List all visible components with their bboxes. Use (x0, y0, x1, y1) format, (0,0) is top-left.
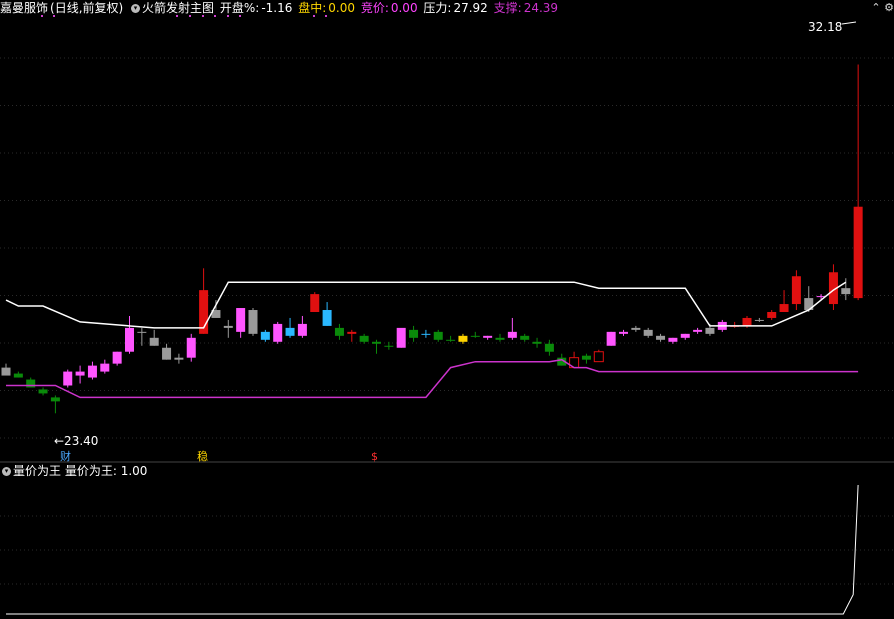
candle-body (606, 331, 616, 346)
candle-body (619, 331, 628, 334)
candle-body (162, 347, 172, 360)
candle-body (347, 331, 357, 334)
low-price-label: ←23.40 (54, 434, 98, 448)
candle-body (186, 337, 196, 358)
candle-body (767, 311, 777, 318)
candle-body (174, 357, 184, 360)
candle-body (544, 343, 554, 352)
candle-body (458, 335, 468, 342)
sub-indicator-menu-icon[interactable]: ▾ (2, 467, 11, 476)
candle-body (384, 345, 394, 347)
marker-wen: 稳 (197, 449, 208, 463)
candle-body (13, 373, 23, 378)
candle-body (236, 308, 246, 332)
candle-body (248, 310, 258, 334)
candle-body (63, 371, 73, 386)
candle-body (433, 331, 443, 340)
candle-body (372, 341, 381, 344)
candle-body (754, 319, 764, 321)
high-price-label: 32.18 (808, 20, 842, 34)
header-dots (0, 15, 894, 19)
stock-name[interactable]: 嘉曼服饰 (0, 1, 48, 15)
candle-body (680, 333, 690, 338)
candle-body (693, 329, 703, 332)
collapse-icon[interactable]: ⌃ (871, 1, 880, 14)
candle-body (779, 304, 789, 312)
open-pct-label: 开盘%: (219, 1, 260, 15)
window-controls: ⌃ ⚙ (871, 1, 894, 14)
candle-body (470, 335, 480, 337)
sub-indicator-value: 1.00 (120, 464, 148, 478)
candle-body (631, 327, 641, 330)
candle-body (87, 365, 97, 378)
candle-body (112, 351, 122, 364)
candle-body (297, 323, 307, 336)
candle-body (1, 367, 11, 376)
support-line (6, 358, 859, 399)
candle-body (791, 276, 801, 305)
candle-body (359, 335, 369, 342)
indicator-menu-icon[interactable]: ▾ (131, 4, 141, 13)
candle-body (643, 329, 653, 336)
candle-body (593, 351, 604, 363)
candle-body (149, 337, 159, 346)
candle-body (100, 363, 110, 372)
candle-body (581, 355, 591, 360)
indicator-name[interactable]: 火箭发射主图 (142, 1, 214, 15)
marker-cai: 财 (60, 449, 71, 463)
candle-body (26, 379, 36, 388)
intraday-value: 0.00 (328, 1, 355, 15)
sub-chart-header: ▾ 量价为王 量价为王: 1.00 (0, 463, 147, 479)
sub-indicator-label: 量价为王: (64, 464, 117, 478)
candle-body (409, 329, 419, 338)
pressure-label: 压力: (423, 1, 452, 15)
sub-indicator-name[interactable]: 量价为王 (13, 464, 61, 478)
candle-body (532, 341, 542, 344)
candle-body (841, 288, 851, 295)
candle-body (137, 331, 147, 333)
main-chart-header: 嘉曼服饰 (日线,前复权) ▾ 火箭发射主图 开盘%: -1.16 盘中: 0.00 竞… (0, 0, 560, 16)
candle-body (310, 294, 320, 312)
candle-body (260, 331, 270, 340)
candle-body (483, 335, 493, 338)
open-pct-value: -1.16 (261, 1, 293, 15)
candle-body (125, 327, 134, 352)
high-price-arrow (841, 21, 857, 25)
candle-body (520, 335, 530, 340)
candle-body (421, 333, 431, 335)
candle-body (285, 327, 295, 336)
candle-body (75, 371, 85, 376)
candle-body (507, 331, 517, 338)
candle-body (322, 310, 332, 326)
settings-icon[interactable]: ⚙ (884, 1, 894, 14)
candle-body (396, 327, 406, 348)
bid-label: 竞价: (360, 1, 389, 15)
support-label: 支撑: (493, 1, 522, 15)
candle-body (273, 323, 283, 342)
candle-body (334, 327, 344, 336)
intraday-label: 盘中: (298, 1, 327, 15)
candle-body (446, 339, 456, 341)
support-value: 24.39 (523, 1, 559, 15)
kline-chart[interactable]: 32.18 ←23.40财 稳 $ (0, 0, 894, 619)
candle-body (38, 389, 48, 394)
candle-body (705, 327, 715, 334)
candle-body (853, 206, 863, 299)
pressure-line (5, 281, 847, 329)
candle-body (668, 337, 678, 342)
bid-value: 0.00 (390, 1, 418, 15)
pressure-value: 27.92 (453, 1, 488, 15)
period-label: (日线,前复权) (50, 1, 124, 15)
candle-body (223, 325, 233, 328)
marker-s: $ (371, 450, 378, 463)
candle-body (50, 397, 60, 402)
candle-body (495, 337, 505, 340)
candle-body (656, 335, 666, 340)
candle-body (742, 317, 752, 326)
